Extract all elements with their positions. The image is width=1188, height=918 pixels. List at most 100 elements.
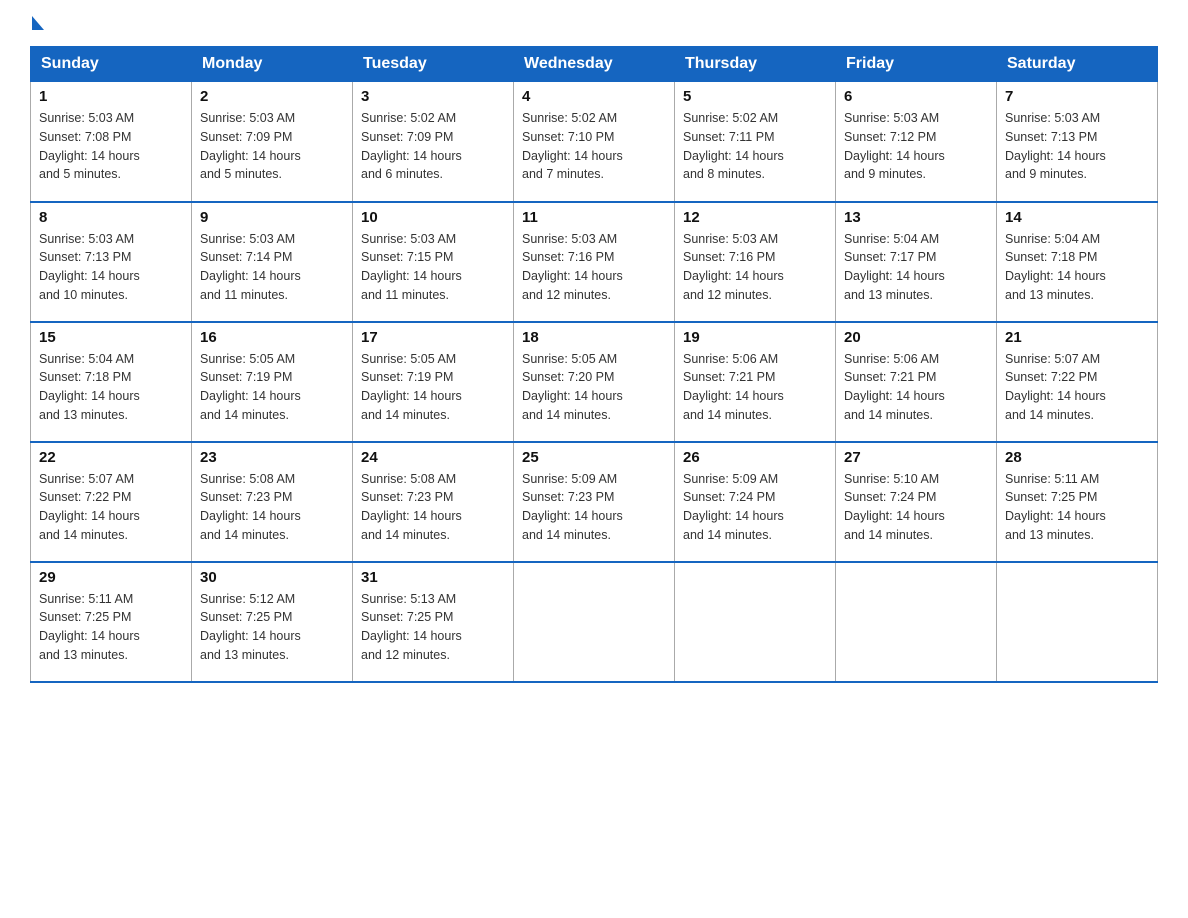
day-number: 25 xyxy=(522,449,666,466)
day-info: Sunrise: 5:11 AMSunset: 7:25 PMDaylight:… xyxy=(1005,470,1149,545)
day-info: Sunrise: 5:02 AMSunset: 7:10 PMDaylight:… xyxy=(522,109,666,184)
calendar-cell: 23Sunrise: 5:08 AMSunset: 7:23 PMDayligh… xyxy=(192,442,353,562)
calendar-cell: 1Sunrise: 5:03 AMSunset: 7:08 PMDaylight… xyxy=(31,82,192,202)
day-number: 8 xyxy=(39,209,183,226)
calendar-cell: 8 Sunrise: 5:03 AMSunset: 7:13 PMDaylight… xyxy=(31,202,192,322)
calendar-cell: 27 Sunrise: 5:10 AMSunset: 7:24 PMDayligh… xyxy=(836,442,997,562)
calendar-cell: 19 Sunrise: 5:06 AMSunset: 7:21 PMDayligh… xyxy=(675,322,836,442)
calendar-cell: 15 Sunrise: 5:04 AMSunset: 7:18 PMDayligh… xyxy=(31,322,192,442)
day-info: Sunrise: 5:05 AMSunset: 7:20 PMDaylight:… xyxy=(522,350,666,425)
calendar-cell: 24Sunrise: 5:08 AMSunset: 7:23 PMDayligh… xyxy=(353,442,514,562)
calendar-cell: 25 Sunrise: 5:09 AMSunset: 7:23 PMDayligh… xyxy=(514,442,675,562)
day-number: 17 xyxy=(361,329,505,346)
day-info: Sunrise: 5:08 AMSunset: 7:23 PMDaylight:… xyxy=(200,470,344,545)
day-info: Sunrise: 5:07 AMSunset: 7:22 PMDaylight:… xyxy=(1005,350,1149,425)
calendar-cell: 14 Sunrise: 5:04 AMSunset: 7:18 PMDayligh… xyxy=(997,202,1158,322)
calendar-cell xyxy=(675,562,836,682)
day-info: Sunrise: 5:03 AMSunset: 7:09 PMDaylight:… xyxy=(200,109,344,184)
calendar-cell: 7 Sunrise: 5:03 AMSunset: 7:13 PMDaylight… xyxy=(997,82,1158,202)
calendar-cell xyxy=(514,562,675,682)
day-number: 5 xyxy=(683,88,827,105)
day-info: Sunrise: 5:08 AMSunset: 7:23 PMDaylight:… xyxy=(361,470,505,545)
day-info: Sunrise: 5:03 AMSunset: 7:12 PMDaylight:… xyxy=(844,109,988,184)
calendar-cell xyxy=(836,562,997,682)
day-info: Sunrise: 5:11 AMSunset: 7:25 PMDaylight:… xyxy=(39,590,183,665)
day-number: 13 xyxy=(844,209,988,226)
week-row-5: 29 Sunrise: 5:11 AMSunset: 7:25 PMDayligh… xyxy=(31,562,1158,682)
day-number: 10 xyxy=(361,209,505,226)
page-header xyxy=(30,20,1158,30)
day-number: 28 xyxy=(1005,449,1149,466)
day-info: Sunrise: 5:03 AMSunset: 7:14 PMDaylight:… xyxy=(200,230,344,305)
header-thursday: Thursday xyxy=(675,47,836,82)
logo-triangle-icon xyxy=(32,16,44,30)
day-number: 7 xyxy=(1005,88,1149,105)
day-number: 20 xyxy=(844,329,988,346)
header-saturday: Saturday xyxy=(997,47,1158,82)
day-info: Sunrise: 5:07 AMSunset: 7:22 PMDaylight:… xyxy=(39,470,183,545)
header-friday: Friday xyxy=(836,47,997,82)
day-info: Sunrise: 5:03 AMSunset: 7:13 PMDaylight:… xyxy=(1005,109,1149,184)
day-info: Sunrise: 5:04 AMSunset: 7:18 PMDaylight:… xyxy=(39,350,183,425)
day-number: 1 xyxy=(39,88,183,105)
calendar-cell: 5Sunrise: 5:02 AMSunset: 7:11 PMDaylight… xyxy=(675,82,836,202)
day-info: Sunrise: 5:05 AMSunset: 7:19 PMDaylight:… xyxy=(361,350,505,425)
day-info: Sunrise: 5:04 AMSunset: 7:18 PMDaylight:… xyxy=(1005,230,1149,305)
calendar-cell: 28 Sunrise: 5:11 AMSunset: 7:25 PMDayligh… xyxy=(997,442,1158,562)
day-number: 11 xyxy=(522,209,666,226)
days-header-row: SundayMondayTuesdayWednesdayThursdayFrid… xyxy=(31,47,1158,82)
day-number: 26 xyxy=(683,449,827,466)
logo xyxy=(30,20,44,30)
calendar-cell: 13 Sunrise: 5:04 AMSunset: 7:17 PMDayligh… xyxy=(836,202,997,322)
calendar-cell: 22 Sunrise: 5:07 AMSunset: 7:22 PMDayligh… xyxy=(31,442,192,562)
calendar-cell: 4Sunrise: 5:02 AMSunset: 7:10 PMDaylight… xyxy=(514,82,675,202)
day-number: 27 xyxy=(844,449,988,466)
day-info: Sunrise: 5:09 AMSunset: 7:23 PMDaylight:… xyxy=(522,470,666,545)
day-number: 22 xyxy=(39,449,183,466)
calendar-cell xyxy=(997,562,1158,682)
day-number: 18 xyxy=(522,329,666,346)
calendar-cell: 29 Sunrise: 5:11 AMSunset: 7:25 PMDayligh… xyxy=(31,562,192,682)
calendar-cell: 11Sunrise: 5:03 AMSunset: 7:16 PMDayligh… xyxy=(514,202,675,322)
day-info: Sunrise: 5:12 AMSunset: 7:25 PMDaylight:… xyxy=(200,590,344,665)
day-number: 2 xyxy=(200,88,344,105)
day-info: Sunrise: 5:03 AMSunset: 7:13 PMDaylight:… xyxy=(39,230,183,305)
calendar-table: SundayMondayTuesdayWednesdayThursdayFrid… xyxy=(30,46,1158,683)
week-row-4: 22 Sunrise: 5:07 AMSunset: 7:22 PMDayligh… xyxy=(31,442,1158,562)
calendar-cell: 16 Sunrise: 5:05 AMSunset: 7:19 PMDayligh… xyxy=(192,322,353,442)
day-info: Sunrise: 5:06 AMSunset: 7:21 PMDaylight:… xyxy=(683,350,827,425)
calendar-cell: 26 Sunrise: 5:09 AMSunset: 7:24 PMDayligh… xyxy=(675,442,836,562)
calendar-cell: 9 Sunrise: 5:03 AMSunset: 7:14 PMDaylight… xyxy=(192,202,353,322)
day-info: Sunrise: 5:04 AMSunset: 7:17 PMDaylight:… xyxy=(844,230,988,305)
day-number: 9 xyxy=(200,209,344,226)
day-number: 21 xyxy=(1005,329,1149,346)
day-number: 6 xyxy=(844,88,988,105)
header-tuesday: Tuesday xyxy=(353,47,514,82)
day-info: Sunrise: 5:06 AMSunset: 7:21 PMDaylight:… xyxy=(844,350,988,425)
calendar-cell: 30Sunrise: 5:12 AMSunset: 7:25 PMDayligh… xyxy=(192,562,353,682)
day-info: Sunrise: 5:03 AMSunset: 7:15 PMDaylight:… xyxy=(361,230,505,305)
day-number: 31 xyxy=(361,569,505,586)
day-info: Sunrise: 5:09 AMSunset: 7:24 PMDaylight:… xyxy=(683,470,827,545)
day-number: 19 xyxy=(683,329,827,346)
day-info: Sunrise: 5:05 AMSunset: 7:19 PMDaylight:… xyxy=(200,350,344,425)
week-row-3: 15 Sunrise: 5:04 AMSunset: 7:18 PMDayligh… xyxy=(31,322,1158,442)
week-row-1: 1Sunrise: 5:03 AMSunset: 7:08 PMDaylight… xyxy=(31,82,1158,202)
day-info: Sunrise: 5:10 AMSunset: 7:24 PMDaylight:… xyxy=(844,470,988,545)
calendar-cell: 21 Sunrise: 5:07 AMSunset: 7:22 PMDayligh… xyxy=(997,322,1158,442)
calendar-cell: 20 Sunrise: 5:06 AMSunset: 7:21 PMDayligh… xyxy=(836,322,997,442)
calendar-cell: 6 Sunrise: 5:03 AMSunset: 7:12 PMDaylight… xyxy=(836,82,997,202)
header-sunday: Sunday xyxy=(31,47,192,82)
day-number: 16 xyxy=(200,329,344,346)
calendar-cell: 18 Sunrise: 5:05 AMSunset: 7:20 PMDayligh… xyxy=(514,322,675,442)
calendar-cell: 2 Sunrise: 5:03 AMSunset: 7:09 PMDaylight… xyxy=(192,82,353,202)
calendar-cell: 17 Sunrise: 5:05 AMSunset: 7:19 PMDayligh… xyxy=(353,322,514,442)
calendar-cell: 3Sunrise: 5:02 AMSunset: 7:09 PMDaylight… xyxy=(353,82,514,202)
day-info: Sunrise: 5:02 AMSunset: 7:09 PMDaylight:… xyxy=(361,109,505,184)
day-number: 15 xyxy=(39,329,183,346)
day-info: Sunrise: 5:13 AMSunset: 7:25 PMDaylight:… xyxy=(361,590,505,665)
header-monday: Monday xyxy=(192,47,353,82)
day-number: 14 xyxy=(1005,209,1149,226)
calendar-cell: 31 Sunrise: 5:13 AMSunset: 7:25 PMDayligh… xyxy=(353,562,514,682)
day-number: 29 xyxy=(39,569,183,586)
